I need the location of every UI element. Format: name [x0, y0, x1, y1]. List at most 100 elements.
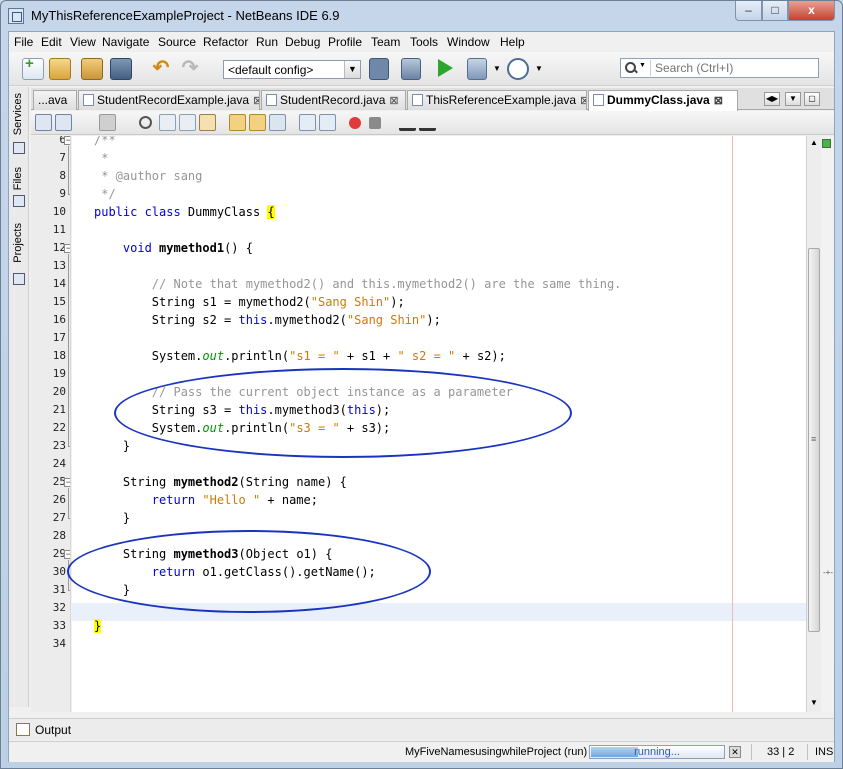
tab-prev-file[interactable]: ...ava — [33, 90, 77, 110]
last-edit-icon[interactable] — [35, 114, 52, 131]
running-project-label[interactable]: MyFiveNamesusingwhileProject (run) — [405, 746, 587, 758]
stop-macro-icon[interactable] — [369, 117, 381, 129]
new-file-icon[interactable] — [22, 55, 44, 80]
menu-source[interactable]: Source — [158, 35, 196, 49]
fold-toggle-icon[interactable]: − — [64, 550, 70, 559]
close-tab-icon[interactable]: ⊠ — [389, 95, 398, 107]
toggle-bookmark-icon[interactable] — [269, 114, 286, 131]
menu-edit[interactable]: Edit — [41, 35, 62, 49]
debug-icon[interactable] — [467, 58, 487, 80]
line-number-gutter: 6 7 8 9 10 11 12 13 14 15 16 17 18 19 20 21 22 23 24 25 26 27… — [31, 136, 71, 712]
search-input[interactable] — [650, 60, 815, 76]
search-icon[interactable] — [624, 61, 638, 75]
vertical-scrollbar[interactable]: ▲ ≡ ▼ — [806, 136, 821, 712]
cancel-process-icon[interactable]: ✕ — [729, 746, 741, 758]
uncomment-icon[interactable] — [419, 114, 436, 131]
menu-refactor[interactable]: Refactor — [203, 35, 248, 49]
menu-debug[interactable]: Debug — [285, 35, 320, 49]
tab-studentrecordexample[interactable]: StudentRecordExample.java⊠ — [78, 90, 260, 110]
menu-team[interactable]: Team — [371, 35, 400, 49]
editor-tab-bar: ...ava StudentRecordExample.java⊠ Studen… — [31, 88, 834, 111]
output-window-icon[interactable] — [16, 723, 30, 736]
title-bar[interactable]: MyThisReferenceExampleProject - NetBeans… — [1, 1, 842, 31]
config-select[interactable]: <default config> ▼ — [223, 60, 361, 79]
tab-studentrecord[interactable]: StudentRecord.java ⊠ — [261, 90, 406, 110]
find-icon[interactable] — [139, 116, 152, 129]
scroll-down-icon[interactable]: ▼ — [807, 696, 821, 710]
output-tab[interactable]: Output — [35, 723, 71, 737]
back-icon[interactable] — [55, 114, 72, 131]
new-project-icon[interactable] — [49, 58, 71, 80]
profile-icon[interactable] — [507, 58, 529, 80]
record-macro-icon[interactable] — [349, 117, 361, 129]
build-icon[interactable] — [369, 58, 389, 80]
save-all-icon[interactable] — [110, 58, 132, 80]
search-box[interactable]: ▼ — [620, 58, 819, 78]
fold-toggle-icon[interactable]: − — [64, 244, 70, 253]
clean-build-icon[interactable] — [401, 58, 421, 80]
tab-scroll-left-icon[interactable]: ◀▶ — [764, 92, 780, 106]
tab-list-dropdown-icon[interactable]: ▼ — [785, 92, 801, 106]
menu-bar: File Edit View Navigate Source Refactor … — [9, 32, 834, 52]
side-tab-services[interactable]: Services — [10, 93, 28, 155]
tab-label: StudentRecord.java — [280, 93, 386, 107]
code-editor[interactable]: /** * * @author sang */ public class Dum… — [72, 136, 806, 712]
scroll-up-icon[interactable]: ▲ — [807, 136, 821, 150]
close-tab-icon[interactable]: ⊠ — [580, 95, 586, 107]
code-line: String s2 = this.mymethod2("Sang Shin"); — [94, 313, 441, 327]
tab-thisreferenceexample[interactable]: ThisReferenceExample.java⊠ — [407, 90, 587, 110]
shift-right-icon[interactable] — [319, 114, 336, 131]
search-dropdown-icon[interactable]: ▼ — [639, 62, 646, 69]
side-tab-projects[interactable]: Projects — [10, 223, 28, 287]
code-line: String mymethod3(Object o1) { — [94, 547, 333, 561]
close-tab-icon[interactable]: ⊠ — [714, 95, 723, 107]
caret-mark-icon[interactable]: -+- — [823, 568, 833, 577]
code-line: String s3 = this.mymethod3(this); — [94, 403, 391, 417]
java-file-icon — [593, 94, 604, 106]
line-number: 7 — [59, 151, 66, 164]
ide-window: MyThisReferenceExampleProject - NetBeans… — [0, 0, 843, 769]
scrollbar-thumb[interactable]: ≡ — [808, 248, 820, 632]
code-line: } — [94, 583, 131, 597]
menu-navigate[interactable]: Navigate — [102, 35, 149, 49]
services-icon — [13, 142, 25, 154]
run-icon[interactable] — [435, 58, 455, 78]
comment-icon[interactable] — [399, 114, 416, 131]
forward-icon[interactable] — [99, 114, 116, 131]
open-project-icon[interactable] — [81, 58, 103, 80]
fold-toggle-icon[interactable]: − — [64, 136, 70, 145]
maximize-editor-icon[interactable]: ▢ — [804, 92, 820, 106]
menu-file[interactable]: File — [14, 35, 33, 49]
main-toolbar: ↶ ↷ <default config> ▼ ▼ ▼ ▼ — [9, 52, 834, 86]
debug-dropdown-icon[interactable]: ▼ — [493, 58, 501, 80]
side-tab-files[interactable]: Files — [10, 167, 28, 209]
menu-run[interactable]: Run — [256, 35, 278, 49]
code-line: System.out.println("s3 = " + s3); — [94, 421, 391, 435]
toggle-highlight-icon[interactable] — [199, 114, 216, 131]
maximize-button[interactable]: □ — [762, 1, 788, 21]
find-next-icon[interactable] — [179, 114, 196, 131]
find-previous-icon[interactable] — [159, 114, 176, 131]
close-tab-icon[interactable]: ⊠ — [253, 95, 259, 107]
fold-guide — [68, 560, 69, 590]
menu-profile[interactable]: Profile — [328, 35, 362, 49]
tab-dummyclass[interactable]: DummyClass.java ⊠ — [588, 90, 738, 111]
line-number: 6 — [59, 136, 66, 146]
menu-tools[interactable]: Tools — [410, 35, 438, 49]
menu-window[interactable]: Window — [447, 35, 490, 49]
line-number: 20 — [52, 385, 66, 398]
no-errors-icon[interactable] — [822, 139, 831, 148]
next-bookmark-icon[interactable] — [249, 114, 266, 131]
redo-icon[interactable]: ↷ — [179, 58, 201, 80]
close-button[interactable]: x — [788, 1, 835, 21]
shift-left-icon[interactable] — [299, 114, 316, 131]
profile-dropdown-icon[interactable]: ▼ — [535, 58, 543, 80]
fold-toggle-icon[interactable]: − — [64, 478, 70, 487]
chevron-down-icon[interactable]: ▼ — [344, 61, 360, 78]
progress-bar[interactable]: running... — [589, 745, 725, 759]
menu-help[interactable]: Help — [500, 35, 525, 49]
undo-icon[interactable]: ↶ — [150, 58, 172, 80]
minimize-button[interactable]: – — [735, 1, 762, 21]
menu-view[interactable]: View — [70, 35, 96, 49]
previous-bookmark-icon[interactable] — [229, 114, 246, 131]
